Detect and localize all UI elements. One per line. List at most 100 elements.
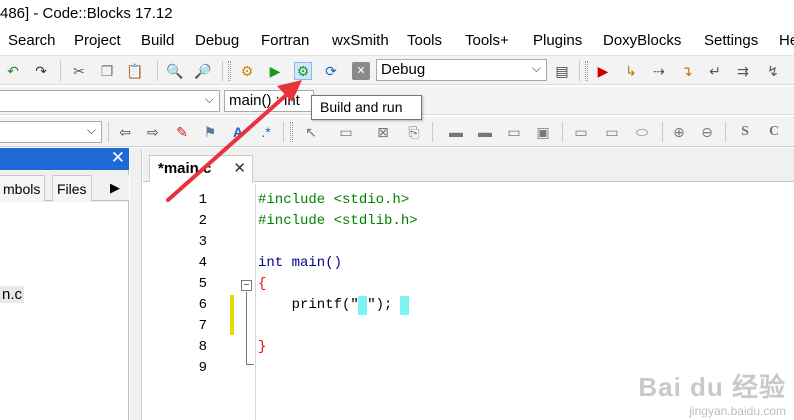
menu-tools[interactable]: Tools	[407, 32, 442, 49]
menu-wxsmith[interactable]: wxSmith	[332, 32, 389, 49]
line-number: 1	[198, 192, 207, 208]
menu-settings[interactable]: Settings	[704, 32, 758, 49]
build-gear-icon[interactable]: ⚙	[238, 62, 256, 80]
block3-icon[interactable]: ▭	[505, 123, 523, 141]
regex-icon[interactable]: .*	[257, 123, 275, 141]
select-cursor-icon[interactable]: ↖	[302, 123, 320, 141]
c-icon[interactable]: C	[765, 123, 783, 141]
separator	[60, 61, 61, 81]
zoom-out-icon[interactable]: ⊖	[698, 123, 716, 141]
tab-main-c[interactable]: *main.c ✕	[149, 155, 253, 182]
tree-item-main-c[interactable]: n.c	[0, 286, 25, 303]
code-line-8: }	[258, 339, 267, 355]
chevron-down-icon: ⌵	[531, 61, 541, 75]
frame3-icon[interactable]: ⬭	[633, 123, 651, 141]
abort-icon[interactable]: ✕	[352, 62, 370, 80]
replace-icon[interactable]: 🔎	[194, 62, 212, 80]
step-into-icon[interactable]: ↴	[678, 62, 696, 80]
code-line-5: {	[258, 276, 267, 292]
separator	[725, 122, 726, 142]
close-icon[interactable]: ✕	[233, 159, 246, 177]
frame2-icon[interactable]: ▭	[603, 123, 621, 141]
function-select[interactable]: main() : int	[224, 90, 314, 112]
line-number: 6	[198, 297, 207, 313]
build-target-select[interactable]: Debug ⌵	[376, 59, 547, 81]
rect-icon[interactable]: ▭	[337, 123, 355, 141]
menu-plugins[interactable]: Plugins	[533, 32, 582, 49]
menu-help[interactable]: He	[779, 32, 794, 49]
panel-splitter[interactable]	[130, 148, 142, 420]
next-line-icon[interactable]: ⇢	[650, 62, 668, 80]
jump-back-icon[interactable]: ⇦	[116, 123, 134, 141]
redo-icon[interactable]: ↷	[32, 62, 50, 80]
menu-fortran[interactable]: Fortran	[261, 32, 309, 49]
menu-search[interactable]: Search	[8, 32, 56, 49]
tab-scroll-right-icon[interactable]: ▶	[110, 180, 120, 196]
change-bar	[230, 295, 234, 335]
code-line-2: #include <stdlib.h>	[258, 213, 418, 229]
code-line-6: printf(" ");	[258, 297, 393, 313]
editor-toolbar: ⌵ ⇦ ⇨ ✎ ⚑ A .* ↖ ▭ ⊠ ⎘ ▬ ▬ ▭ ▣ ▭ ▭ ⬭ ⊕ ⊖…	[0, 117, 794, 147]
watermark-brand: Bai du 经验	[638, 372, 786, 402]
copy-icon[interactable]: ❐	[98, 62, 116, 80]
separator	[432, 122, 433, 142]
toolbar-grip[interactable]	[228, 61, 231, 81]
block-icon[interactable]: ▬	[447, 123, 465, 141]
separator	[222, 61, 223, 81]
search-combo[interactable]: ⌵	[0, 121, 102, 143]
separator	[562, 122, 563, 142]
find-icon[interactable]: 🔍	[166, 62, 184, 80]
project-tree: n.c	[0, 202, 128, 420]
jump-forward-icon[interactable]: ⇨	[144, 123, 162, 141]
close-icon[interactable]: ✕	[111, 148, 125, 168]
toolbar-grip[interactable]	[585, 61, 588, 81]
line-number: 8	[198, 339, 207, 355]
chevron-down-icon: ⌵	[86, 123, 96, 137]
fold-collapse-icon[interactable]: −	[241, 280, 252, 291]
line-number: 4	[198, 255, 207, 271]
fold-end	[246, 364, 254, 365]
run-icon[interactable]: ▶	[266, 62, 284, 80]
toggle-bookmark-icon[interactable]: ⚑	[201, 123, 219, 141]
window-title: 486] - Code::Blocks 17.12	[0, 5, 173, 22]
menu-tools-plus[interactable]: Tools+	[465, 32, 509, 49]
target-options-icon[interactable]: ▤	[553, 62, 571, 80]
line-number: 5	[198, 276, 207, 292]
rebuild-icon[interactable]: ⟳	[322, 62, 340, 80]
step-out-icon[interactable]: ↵	[706, 62, 724, 80]
menu-debug[interactable]: Debug	[195, 32, 239, 49]
bracket-highlight	[400, 296, 409, 315]
shape-icon[interactable]: ⊠	[374, 123, 392, 141]
block4-icon[interactable]: ▣	[534, 123, 552, 141]
build-and-run-icon[interactable]: ⚙	[294, 62, 312, 80]
doc-shape-icon[interactable]: ⎘	[405, 123, 423, 141]
step-instruction-icon[interactable]: ↯	[764, 62, 782, 80]
cut-icon[interactable]: ✂	[70, 62, 88, 80]
highlight-pen-icon[interactable]: ✎	[173, 123, 191, 141]
line-number-gutter: 1 2 3 4 5 6 7 8 9 −	[143, 184, 254, 420]
scope-select[interactable]: ⌵	[0, 90, 220, 112]
menu-build[interactable]: Build	[141, 32, 174, 49]
undo-icon[interactable]: ↶	[4, 62, 22, 80]
toolbar-grip[interactable]	[290, 122, 293, 142]
function-value: main() : int	[229, 92, 300, 109]
menu-doxyblocks[interactable]: DoxyBlocks	[603, 32, 681, 49]
line-number: 2	[198, 213, 207, 229]
code-line-4: int main()	[258, 255, 343, 271]
tab-symbols[interactable]: mbols	[0, 175, 46, 201]
editor-tab-bar: *main.c ✕	[143, 148, 794, 182]
font-icon[interactable]: A	[229, 123, 247, 141]
zoom-in-icon[interactable]: ⊕	[670, 123, 688, 141]
separator	[579, 61, 580, 81]
paste-icon[interactable]: 📋	[126, 62, 144, 80]
run-to-cursor-icon[interactable]: ↳	[622, 62, 640, 80]
debug-run-icon[interactable]: ▶	[594, 62, 612, 80]
menu-project[interactable]: Project	[74, 32, 121, 49]
frame-icon[interactable]: ▭	[572, 123, 590, 141]
tab-files[interactable]: Files	[52, 175, 92, 201]
block2-icon[interactable]: ▬	[476, 123, 494, 141]
s-icon[interactable]: S	[736, 123, 754, 141]
line-number: 3	[198, 234, 207, 250]
next-instruction-icon[interactable]: ⇉	[734, 62, 752, 80]
management-panel-header: ✕	[0, 148, 129, 170]
